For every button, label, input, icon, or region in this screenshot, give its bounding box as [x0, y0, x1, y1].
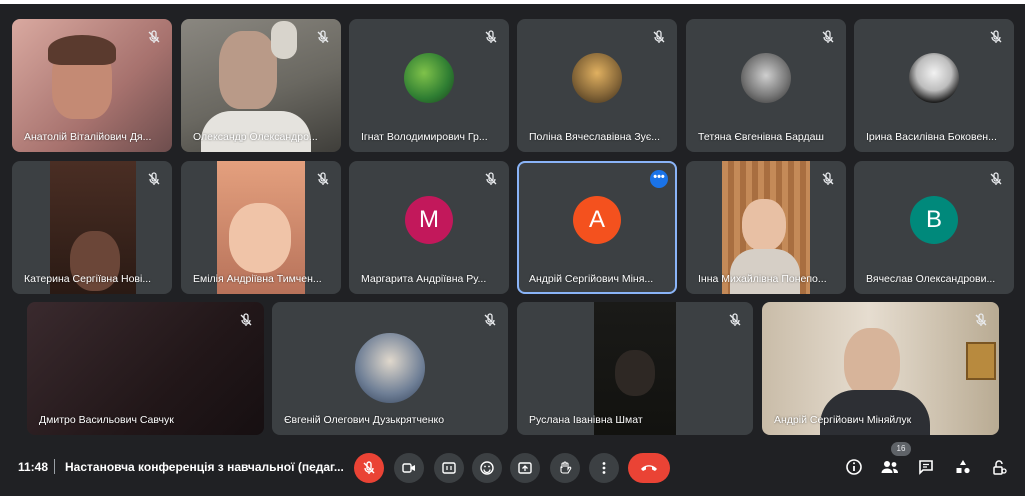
- participant-body: [820, 390, 930, 435]
- mic-off-icon: [485, 30, 497, 43]
- participant-name: Ірина Василівна Боковен...: [866, 131, 997, 143]
- participant-tile[interactable]: Євгеній Олегович Дузькрятченко: [272, 302, 508, 435]
- more-options-icon: [602, 462, 606, 474]
- bottom-toolbar: 11:48 Настановча конференція з навчально…: [0, 440, 1025, 496]
- participant-tile[interactable]: Олександр Олександро...: [181, 19, 341, 152]
- mic-off-icon: [240, 313, 252, 326]
- participant-name: Тетяна Євгенівна Бардаш: [698, 131, 824, 143]
- participant-tile[interactable]: Анатолій Віталійович Дя...: [12, 19, 172, 152]
- participant-tile[interactable]: Дмитро Васильович Савчук: [27, 302, 264, 435]
- participant-name: Ігнат Володимирович Гр...: [361, 131, 488, 143]
- leave-call-icon: [641, 465, 657, 471]
- mic-off-icon: [990, 30, 1002, 43]
- participant-tile[interactable]: Інна Михайлівна Понепо...: [686, 161, 846, 294]
- people-icon: [881, 461, 898, 473]
- wall-picture: [966, 342, 996, 380]
- camera-toggle-button[interactable]: [394, 453, 424, 483]
- activities-icon: [956, 460, 970, 474]
- participant-name: Інна Михайлівна Понепо...: [698, 273, 827, 285]
- mic-off-icon: [990, 172, 1002, 185]
- mic-off-icon: [653, 30, 665, 43]
- captions-icon: [442, 462, 456, 474]
- info-icon: [846, 459, 862, 475]
- participant-name: Анатолій Віталійович Дя...: [24, 131, 152, 143]
- participant-name: Емілія Андріївна Тимчен...: [193, 273, 322, 285]
- separator: [54, 459, 55, 474]
- participant-avatar: [741, 52, 791, 103]
- participant-name: Вячеслав Олександрови...: [866, 273, 996, 285]
- present-screen-button[interactable]: [510, 453, 540, 483]
- people-button[interactable]: [879, 456, 901, 478]
- camera-icon: [402, 463, 415, 473]
- window-top-edge: [0, 0, 1025, 4]
- present-screen-icon: [518, 462, 532, 474]
- mic-off-icon: [363, 461, 375, 474]
- mic-off-icon: [317, 172, 329, 185]
- participant-name: Дмитро Васильович Савчук: [39, 414, 174, 426]
- participant-face: [615, 350, 655, 396]
- raise-hand-icon: [560, 461, 572, 474]
- participant-tile[interactable]: Ірина Василівна Боковен...: [854, 19, 1014, 152]
- participant-tile-self[interactable]: A ••• Андрій Сергійович Міня...: [517, 161, 677, 294]
- participant-avatar: [404, 52, 454, 103]
- participant-letter-avatar: B: [910, 195, 958, 244]
- more-options-icon[interactable]: •••: [650, 170, 668, 188]
- participant-name: Андрій Сергійович Міня...: [529, 273, 654, 285]
- meeting-clock: 11:48: [18, 460, 49, 474]
- participant-name: Євгеній Олегович Дузькрятченко: [284, 414, 445, 426]
- mic-off-icon: [148, 30, 160, 43]
- mic-off-icon: [317, 30, 329, 43]
- participant-hair: [48, 35, 116, 65]
- participant-tile[interactable]: Руслана Іванівна Шмат: [517, 302, 753, 435]
- participant-face: [742, 199, 786, 251]
- participant-face: [844, 328, 900, 398]
- participant-face: [229, 203, 291, 273]
- headphones: [271, 21, 297, 59]
- emoji-icon: [480, 461, 494, 475]
- participant-avatar: [909, 52, 959, 103]
- participant-name: Андрій Сергійович Міняйлук: [774, 414, 912, 426]
- meeting-title: Настановча конференція з навчальної (пед…: [65, 460, 344, 474]
- mic-off-icon: [822, 172, 834, 185]
- participant-video: [219, 31, 277, 109]
- meeting-details-button[interactable]: [843, 456, 865, 478]
- host-controls-button[interactable]: [988, 456, 1010, 478]
- more-options-button[interactable]: [589, 453, 619, 483]
- chat-button[interactable]: [915, 456, 937, 478]
- participant-count-badge: 16: [891, 442, 911, 456]
- mic-off-icon: [975, 313, 987, 326]
- captions-button[interactable]: [434, 453, 464, 483]
- participant-tile[interactable]: Андрій Сергійович Міняйлук: [762, 302, 999, 435]
- participant-avatar: [572, 52, 622, 103]
- host-controls-icon: [993, 460, 1007, 475]
- participant-name: Поліна Вячеславівна Зує...: [529, 131, 661, 143]
- mic-off-icon: [822, 30, 834, 43]
- participant-tile[interactable]: Катерина Сергіївна Нові...: [12, 161, 172, 294]
- raise-hand-button[interactable]: [550, 453, 580, 483]
- participant-name: Олександр Олександро...: [193, 131, 318, 143]
- participant-name: Маргарита Андріївна Ру...: [361, 273, 487, 285]
- participant-tile[interactable]: B Вячеслав Олександрови...: [854, 161, 1014, 294]
- participant-letter-avatar: A: [573, 195, 621, 244]
- participant-name: Руслана Іванівна Шмат: [529, 414, 643, 426]
- activities-button[interactable]: [952, 456, 974, 478]
- microphone-toggle-button[interactable]: [354, 453, 384, 483]
- leave-call-button[interactable]: [628, 453, 670, 483]
- participant-letter-avatar: M: [405, 195, 453, 244]
- participant-tile[interactable]: M Маргарита Андріївна Ру...: [349, 161, 509, 294]
- mic-off-icon: [729, 313, 741, 326]
- participant-name: Катерина Сергіївна Нові...: [24, 273, 152, 285]
- mic-off-icon: [484, 313, 496, 326]
- chat-icon: [919, 460, 933, 475]
- mic-off-icon: [148, 172, 160, 185]
- participant-tile[interactable]: Тетяна Євгенівна Бардаш: [686, 19, 846, 152]
- emoji-reaction-button[interactable]: [472, 453, 502, 483]
- participant-body: [730, 249, 800, 294]
- participant-tile[interactable]: Поліна Вячеславівна Зує...: [517, 19, 677, 152]
- participant-tile[interactable]: Ігнат Володимирович Гр...: [349, 19, 509, 152]
- participant-avatar: [355, 333, 425, 403]
- participant-tile[interactable]: Емілія Андріївна Тимчен...: [181, 161, 341, 294]
- mic-off-icon: [485, 172, 497, 185]
